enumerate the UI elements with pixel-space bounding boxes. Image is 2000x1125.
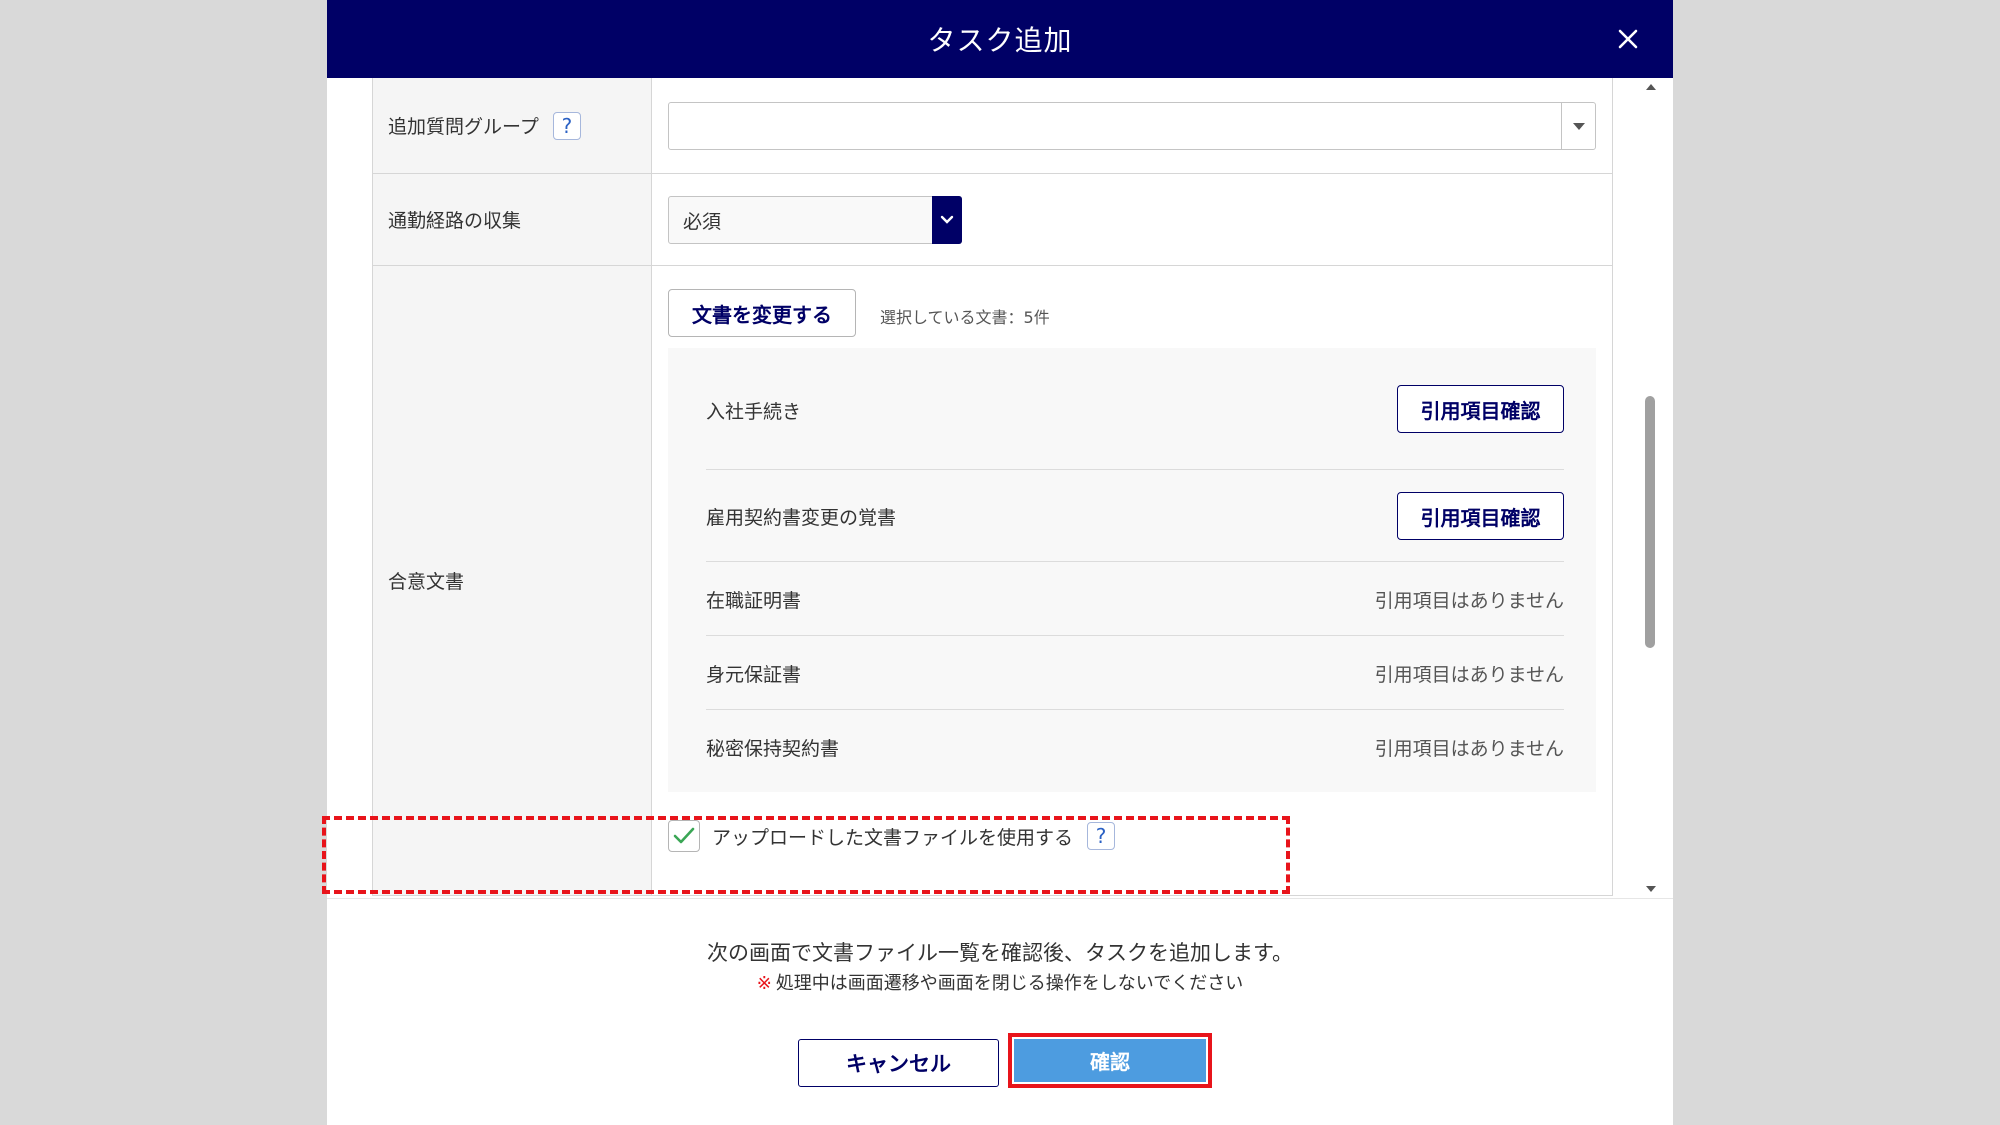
document-row: 入社手続き 引用項目確認 bbox=[706, 348, 1564, 470]
scrollbar-thumb[interactable] bbox=[1645, 396, 1655, 648]
dialog-body[interactable]: 追加質問グループ ? 通勤経路の収集 必須 合意文書 文書を変更する 選択してい… bbox=[327, 78, 1673, 898]
dialog-header: タスク追加 bbox=[327, 0, 1673, 78]
document-row: 秘密保持契約書 引用項目はありません bbox=[706, 710, 1564, 784]
document-row: 身元保証書 引用項目はありません bbox=[706, 636, 1564, 710]
change-documents-button[interactable]: 文書を変更する bbox=[668, 289, 856, 337]
task-add-dialog: タスク追加 追加質問グループ ? 通勤経路の収集 必須 合意文書 文書を変更する… bbox=[327, 0, 1673, 1125]
document-name: 身元保証書 bbox=[706, 664, 802, 686]
question-group-label-cell: 追加質問グループ ? bbox=[373, 78, 652, 173]
document-name: 雇用契約書変更の覚書 bbox=[706, 507, 897, 529]
warning-text: 処理中は画面遷移や画面を閉じる操作をしないでください bbox=[775, 973, 1244, 994]
use-uploaded-files-label: アップロードした文書ファイルを使用する bbox=[712, 826, 1074, 849]
agreement-docs-row: 合意文書 文書を変更する 選択している文書：5件 入社手続き 引用項目確認 雇用… bbox=[373, 266, 1612, 896]
commute-label: 通勤経路の収集 bbox=[388, 210, 522, 232]
question-group-label: 追加質問グループ bbox=[388, 116, 539, 138]
warning-mark: ※ bbox=[756, 973, 772, 994]
no-quote-items-text: 引用項目はありません bbox=[1374, 664, 1564, 686]
commute-select[interactable]: 必須 bbox=[668, 196, 962, 244]
question-group-value-cell bbox=[652, 78, 1612, 173]
close-button[interactable] bbox=[1609, 20, 1647, 58]
confirm-button-highlight: 確認 bbox=[1008, 1033, 1212, 1088]
document-row: 雇用契約書変更の覚書 引用項目確認 bbox=[706, 470, 1564, 562]
agreement-docs-label: 合意文書 bbox=[388, 571, 465, 593]
question-group-combobox[interactable] bbox=[668, 102, 1596, 150]
no-quote-items-text: 引用項目はありません bbox=[1374, 590, 1564, 612]
commute-select-value: 必須 bbox=[683, 210, 722, 233]
close-icon bbox=[1618, 29, 1638, 49]
commute-label-cell: 通勤経路の収集 bbox=[373, 174, 652, 265]
document-name: 秘密保持契約書 bbox=[706, 738, 840, 760]
question-group-row: 追加質問グループ ? bbox=[373, 78, 1612, 174]
chevron-down-icon[interactable] bbox=[932, 196, 962, 244]
footer-warning: ※ 処理中は画面遷移や画面を閉じる操作をしないでください bbox=[327, 969, 1673, 995]
selected-documents-count: 選択している文書：5件 bbox=[880, 308, 1050, 327]
document-row: 在職証明書 引用項目はありません bbox=[706, 562, 1564, 636]
use-uploaded-files-help-icon[interactable]: ? bbox=[1087, 822, 1116, 850]
scroll-up-arrow-icon[interactable] bbox=[1646, 84, 1656, 90]
chevron-down-icon[interactable] bbox=[1561, 103, 1595, 149]
commute-value-cell: 必須 bbox=[652, 174, 1612, 265]
dialog-title: タスク追加 bbox=[927, 24, 1073, 57]
checkmark-icon bbox=[673, 827, 695, 844]
scroll-down-arrow-icon[interactable] bbox=[1646, 886, 1656, 892]
commute-row: 通勤経路の収集 必須 bbox=[373, 174, 1612, 266]
use-uploaded-files-checkbox[interactable] bbox=[668, 820, 700, 852]
use-uploaded-files-option[interactable]: アップロードした文書ファイルを使用する ? bbox=[668, 816, 1116, 856]
footer-message: 次の画面で文書ファイル一覧を確認後、タスクを追加します。 bbox=[707, 941, 1293, 965]
confirm-button[interactable]: 確認 bbox=[1014, 1039, 1206, 1082]
cancel-button[interactable]: キャンセル bbox=[798, 1039, 999, 1087]
dialog-scrollbar[interactable] bbox=[1640, 78, 1662, 898]
agreement-docs-value-cell: 文書を変更する 選択している文書：5件 入社手続き 引用項目確認 雇用契約書変更… bbox=[652, 266, 1612, 895]
question-group-help-icon[interactable]: ? bbox=[552, 111, 581, 140]
form-table: 追加質問グループ ? 通勤経路の収集 必須 合意文書 文書を変更する 選択してい… bbox=[372, 78, 1613, 896]
quote-items-button[interactable]: 引用項目確認 bbox=[1397, 385, 1564, 433]
quote-items-button[interactable]: 引用項目確認 bbox=[1397, 492, 1564, 540]
document-name: 在職証明書 bbox=[706, 590, 802, 612]
document-name: 入社手続き bbox=[706, 401, 802, 423]
dialog-footer: 次の画面で文書ファイル一覧を確認後、タスクを追加します。 ※ 処理中は画面遷移や画… bbox=[327, 898, 1673, 1125]
no-quote-items-text: 引用項目はありません bbox=[1374, 738, 1564, 760]
document-list-panel: 入社手続き 引用項目確認 雇用契約書変更の覚書 引用項目確認 在職証明書 引用項… bbox=[668, 348, 1596, 792]
agreement-docs-label-cell: 合意文書 bbox=[373, 266, 652, 895]
